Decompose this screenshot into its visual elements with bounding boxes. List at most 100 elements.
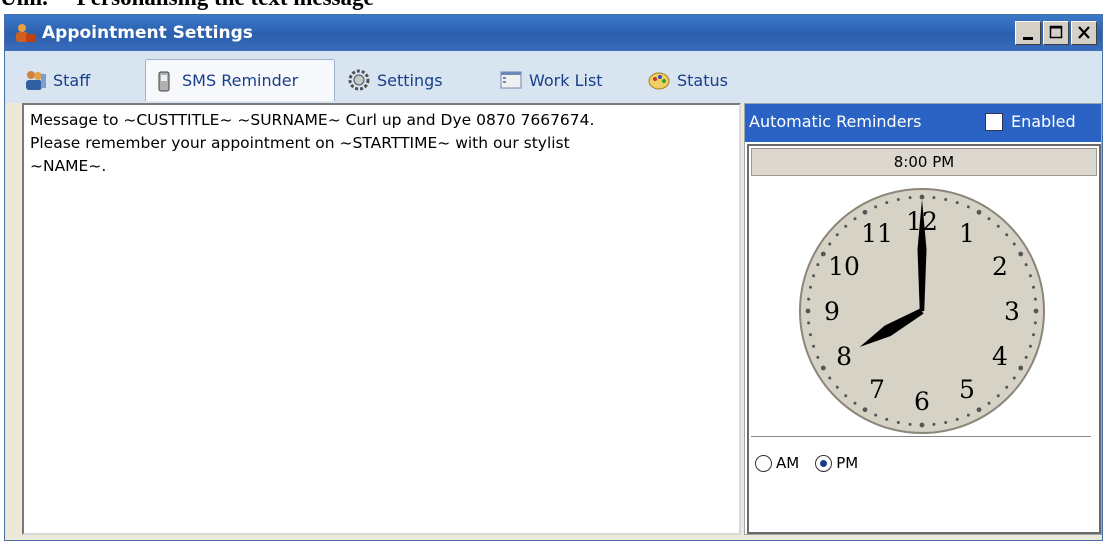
clock-tick (987, 401, 991, 405)
clock-tick (812, 274, 816, 278)
clock-tick (944, 197, 948, 201)
message-textarea[interactable]: Message to ~CUSTTITLE~ ~SURNAME~ Curl up… (22, 103, 741, 535)
clock-tick (816, 263, 820, 267)
clock-tick (844, 224, 848, 228)
am-radio[interactable] (755, 454, 772, 472)
clock-tick (862, 209, 868, 215)
clock-tick (812, 344, 816, 348)
analog-clock[interactable]: 121234567891011 (769, 178, 1069, 434)
clock-tick (807, 321, 811, 325)
message-line: ~NAME~. (30, 157, 107, 175)
clock-tick (835, 233, 839, 237)
tab-work-list-label: Work List (529, 70, 603, 90)
palette-icon (648, 72, 670, 90)
clock-tick (1018, 251, 1024, 257)
clock-tick (828, 242, 832, 246)
staff-icon (26, 71, 46, 90)
document-heading-text: Personalising the text message (77, 0, 374, 10)
tab-work-list[interactable]: Work List (493, 61, 609, 99)
reminder-panel: Automatic Reminders Enabled 8:00 PM 1212… (744, 103, 1102, 535)
clock-tick (896, 421, 900, 425)
message-line: Message to ~CUSTTITLE~ ~SURNAME~ Curl up… (30, 111, 595, 129)
tab-settings-label: Settings (377, 70, 443, 90)
tab-bar: Staff SMS Reminder Settings Work List St… (5, 51, 1102, 103)
appointment-settings-window: Appointment Settings Staff SMS Reminder … (4, 14, 1103, 541)
enabled-checkbox[interactable] (985, 113, 1003, 131)
clock-tick (1018, 365, 1024, 371)
clock-tick (996, 224, 1000, 228)
pm-radio[interactable] (815, 454, 833, 472)
clock-tick (885, 417, 889, 421)
clock-tick (1024, 355, 1028, 359)
clock-tick (944, 421, 948, 425)
tab-staff-label: Staff (53, 70, 91, 90)
clock-number: 6 (914, 387, 930, 416)
document-heading-prefix: Ullli. (0, 0, 77, 10)
clock-tick (1024, 263, 1028, 267)
am-pm-selector: AM PM (755, 454, 858, 472)
clock-tick (874, 413, 878, 417)
clock-tick (932, 422, 936, 426)
clock-number: 4 (992, 342, 1008, 371)
clock-tick (1005, 233, 1009, 237)
title-bar[interactable]: Appointment Settings (5, 15, 1102, 51)
clock-tick (853, 401, 857, 405)
clock-tick (862, 407, 868, 413)
clock-tick (976, 209, 982, 215)
window-title: Appointment Settings (42, 23, 253, 43)
clock-number: 2 (992, 252, 1008, 281)
window-controls (1015, 21, 1097, 45)
clock-tick (1033, 321, 1037, 325)
clock-tick (1032, 285, 1036, 289)
automatic-reminders-label: Automatic Reminders (749, 112, 922, 131)
tab-settings[interactable]: Settings (341, 61, 449, 99)
document-heading: Ullli. Personalising the text message (0, 0, 374, 10)
maximize-icon[interactable] (1043, 21, 1069, 45)
clock-panel: 8:00 PM 121234567891011 AM PM (747, 144, 1101, 534)
clock-tick (966, 205, 970, 209)
clock-tick (885, 201, 889, 205)
people-icon (16, 24, 36, 42)
tab-status[interactable]: Status (641, 61, 734, 99)
clock-tick (808, 333, 812, 337)
clock-tick (1005, 385, 1009, 389)
tab-sms-reminder[interactable]: SMS Reminder (145, 59, 335, 101)
clock-number: 5 (959, 375, 975, 404)
clock-tick (835, 385, 839, 389)
clock-number: 8 (836, 342, 852, 371)
am-label: AM (776, 454, 800, 472)
clock-tick (919, 194, 925, 200)
tab-status-label: Status (677, 70, 728, 90)
clock-tick (853, 217, 857, 221)
clock-tick (1028, 274, 1032, 278)
enabled-label: Enabled (1011, 112, 1076, 131)
pm-label: PM (836, 454, 859, 472)
close-icon[interactable] (1071, 21, 1097, 45)
automatic-reminders-bar: Automatic Reminders Enabled (745, 104, 1101, 142)
clock-tick (976, 407, 982, 413)
minimize-icon[interactable] (1015, 21, 1041, 45)
message-line: Please remember your appointment on ~STA… (30, 134, 570, 152)
clock-number: 10 (828, 252, 860, 281)
clock-tick (1033, 297, 1037, 301)
clock-tick (844, 394, 848, 398)
clock-tick (1028, 344, 1032, 348)
clock-number: 1 (959, 219, 975, 248)
mobile-phone-icon (158, 71, 170, 91)
clock-tick (955, 201, 959, 205)
gear-icon (348, 69, 370, 91)
clock-tick (820, 365, 826, 371)
clock-tick (908, 422, 912, 426)
tab-staff[interactable]: Staff (17, 61, 96, 99)
tab-sms-reminder-label: SMS Reminder (182, 71, 299, 90)
clock-tick (966, 413, 970, 417)
clock-tick (932, 196, 936, 200)
clock-tick (1012, 242, 1016, 246)
clock-tick (1012, 376, 1016, 380)
time-display: 8:00 PM (751, 148, 1097, 176)
clock-tick (820, 251, 826, 257)
separator (751, 436, 1091, 437)
clock-tick (805, 308, 811, 314)
clock-number: 9 (824, 297, 840, 326)
clock-tick (874, 205, 878, 209)
